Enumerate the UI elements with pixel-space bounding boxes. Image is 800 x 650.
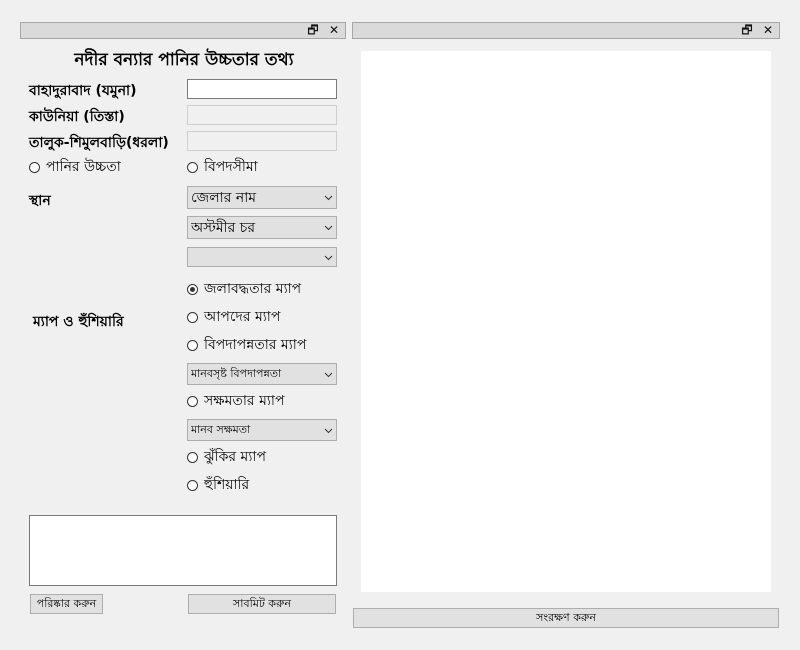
disaster-map-label: আপদের ম্যাপ [204, 309, 281, 325]
radio-circle [187, 451, 198, 463]
taluk-input[interactable] [187, 131, 337, 151]
waterlogging-map-radio[interactable]: জলাবদ্ধতার ম্যাপ [187, 281, 301, 297]
warning-label: হুঁশিয়ারি [204, 477, 250, 493]
chevron-down-icon [324, 372, 333, 377]
chevron-down-icon [324, 195, 333, 201]
close-icon[interactable]: ✕ [326, 23, 342, 38]
output-textarea[interactable] [29, 515, 337, 586]
station-label-kaunia: কাউনিয়া (তিস্তা) [29, 109, 125, 125]
station-label-taluk: তালুক-শিমুলবাড়ি(ধরলা) [29, 135, 169, 151]
capacity-map-label: সক্ষমতার ম্যাপ [204, 393, 285, 409]
risk-map-radio[interactable]: ঝুঁকির ম্যাপ [187, 449, 266, 465]
water-level-radio-label: পানির উচ্চতা [46, 159, 121, 175]
radio-circle [187, 283, 198, 295]
disaster-map-radio[interactable]: আপদের ম্যাপ [187, 309, 280, 325]
chevron-down-icon [324, 225, 333, 231]
bahadurabad-input[interactable] [187, 79, 337, 99]
vulnerability-map-label: বিপদাপন্নতার ম্যাপ [204, 337, 307, 353]
capacity-select-value: মানব সক্ষমতা [191, 422, 251, 436]
radio-circle [187, 479, 198, 491]
danger-level-radio-label: বিপদসীমা [204, 159, 258, 175]
char-select[interactable]: অস্টমীর চর [187, 216, 337, 239]
risk-map-label: ঝুঁকির ম্যাপ [204, 449, 266, 465]
radio-circle [187, 395, 198, 407]
capacity-map-radio[interactable]: সক্ষমতার ম্যাপ [187, 393, 284, 409]
close-icon[interactable]: ✕ [760, 23, 776, 38]
radio-circle [187, 339, 198, 351]
page-title: নদীর বন্যার পানির উচ্চতার তথ্য [74, 50, 294, 70]
restore-icon[interactable]: 🗗 [739, 23, 755, 38]
capacity-select[interactable]: মানব সক্ষমতা [187, 419, 337, 441]
restore-icon[interactable]: 🗗 [305, 23, 321, 38]
submit-button[interactable]: সাবমিট করুন [188, 594, 336, 614]
location-label: স্থান [29, 193, 51, 209]
left-panel-titlebar: 🗗 ✕ [20, 22, 346, 39]
warning-radio[interactable]: হুঁশিয়ারি [187, 477, 249, 493]
vulnerability-map-radio[interactable]: বিপদাপন্নতার ম্যাপ [187, 337, 306, 353]
radio-circle [29, 161, 40, 173]
radio-circle [187, 161, 198, 173]
district-select-value: জেলার নাম [191, 189, 257, 206]
vulnerability-select-value: মানবসৃষ্ট বিপদাপন্নতা [191, 366, 282, 380]
waterlogging-map-label: জলাবদ্ধতার ম্যাপ [204, 281, 302, 297]
danger-level-radio[interactable]: বিপদসীমা [187, 159, 258, 175]
char-select-value: অস্টমীর চর [191, 219, 256, 236]
clear-button[interactable]: পরিষ্কার করুন [30, 594, 103, 614]
right-panel-titlebar: 🗗 ✕ [352, 22, 780, 39]
chevron-down-icon [324, 428, 333, 433]
map-canvas [361, 51, 771, 592]
district-select[interactable]: জেলার নাম [187, 186, 337, 209]
third-select[interactable] [187, 247, 337, 267]
radio-circle [187, 311, 198, 323]
station-label-bahadurabad: বাহাদুরাবাদ (যমুনা) [29, 83, 137, 99]
vulnerability-select[interactable]: মানবসৃষ্ট বিপদাপন্নতা [187, 363, 337, 385]
save-button[interactable]: সংরক্ষণ করুন [353, 608, 779, 628]
map-warning-label: ম্যাপ ও হুঁশিয়ারি [33, 314, 124, 330]
kaunia-input[interactable] [187, 105, 337, 125]
chevron-down-icon [324, 255, 333, 260]
water-level-radio[interactable]: পানির উচ্চতা [29, 159, 121, 175]
